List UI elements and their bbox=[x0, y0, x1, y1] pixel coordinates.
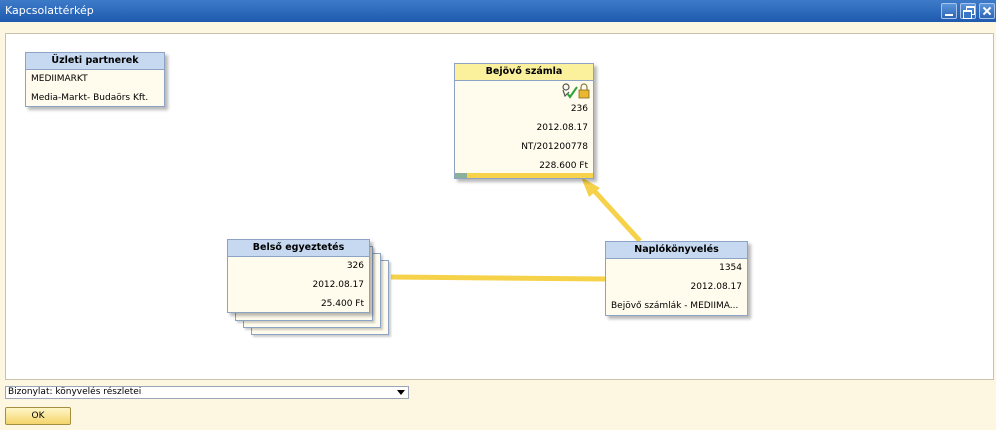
window-titlebar: Kapcsolattérkép bbox=[0, 0, 996, 22]
invoice-progress-bar bbox=[455, 173, 593, 178]
invoice-status-icons bbox=[455, 81, 593, 100]
journal-date: 2012.08.17 bbox=[690, 282, 742, 292]
internal-reconciliation-card[interactable]: Belső egyeztetés 326 2012.08.17 25.400 F… bbox=[227, 239, 370, 313]
internal-number: 326 bbox=[346, 261, 364, 271]
invoice-progress-fill bbox=[455, 173, 468, 178]
chevron-down-icon[interactable] bbox=[397, 390, 405, 395]
business-partner-name: Media-Markt- Budaörs Kft. bbox=[31, 93, 149, 103]
business-partner-title: Üzleti partnerek bbox=[26, 53, 164, 70]
window-title: Kapcsolattérkép bbox=[5, 4, 94, 17]
internal-date: 2012.08.17 bbox=[312, 280, 364, 290]
invoice-number: 236 bbox=[570, 104, 588, 114]
ok-button[interactable]: OK bbox=[5, 407, 71, 425]
invoice-date: 2012.08.17 bbox=[536, 123, 588, 133]
incoming-invoice-card[interactable]: Bejövő számla 236 2012.08.17 NT/20120077… bbox=[454, 63, 594, 179]
journal-entry-title: Naplókönyvelés bbox=[606, 242, 747, 259]
relationship-map-canvas: Üzleti partnerek MEDIIMARKT Media-Markt-… bbox=[5, 33, 994, 380]
invoice-reference: NT/201200778 bbox=[521, 142, 588, 152]
journal-number: 1354 bbox=[719, 263, 742, 273]
journal-entry-card[interactable]: Naplókönyvelés 1354 2012.08.17 Bejövő sz… bbox=[605, 241, 748, 316]
lock-icon bbox=[578, 83, 590, 99]
document-type-value: Bizonylat: könyvelés részletei bbox=[8, 387, 142, 397]
internal-reconciliation-title: Belső egyeztetés bbox=[228, 240, 369, 257]
document-type-select[interactable]: Bizonylat: könyvelés részletei bbox=[5, 386, 409, 399]
connector-journal-invoice bbox=[587, 183, 642, 243]
incoming-invoice-title: Bejövő számla bbox=[455, 64, 593, 81]
approval-check-icon bbox=[562, 83, 578, 99]
internal-amount: 25.400 Ft bbox=[320, 299, 364, 309]
business-partner-code: MEDIIMARKT bbox=[31, 74, 88, 84]
close-icon[interactable] bbox=[979, 3, 995, 19]
minimize-icon[interactable] bbox=[941, 3, 957, 19]
connector-internal-journal bbox=[390, 274, 606, 282]
journal-remark: Bejövő számlák - MEDIIMA... bbox=[611, 301, 739, 311]
restore-icon[interactable] bbox=[960, 3, 976, 19]
business-partner-card[interactable]: Üzleti partnerek MEDIIMARKT Media-Markt-… bbox=[25, 52, 165, 107]
